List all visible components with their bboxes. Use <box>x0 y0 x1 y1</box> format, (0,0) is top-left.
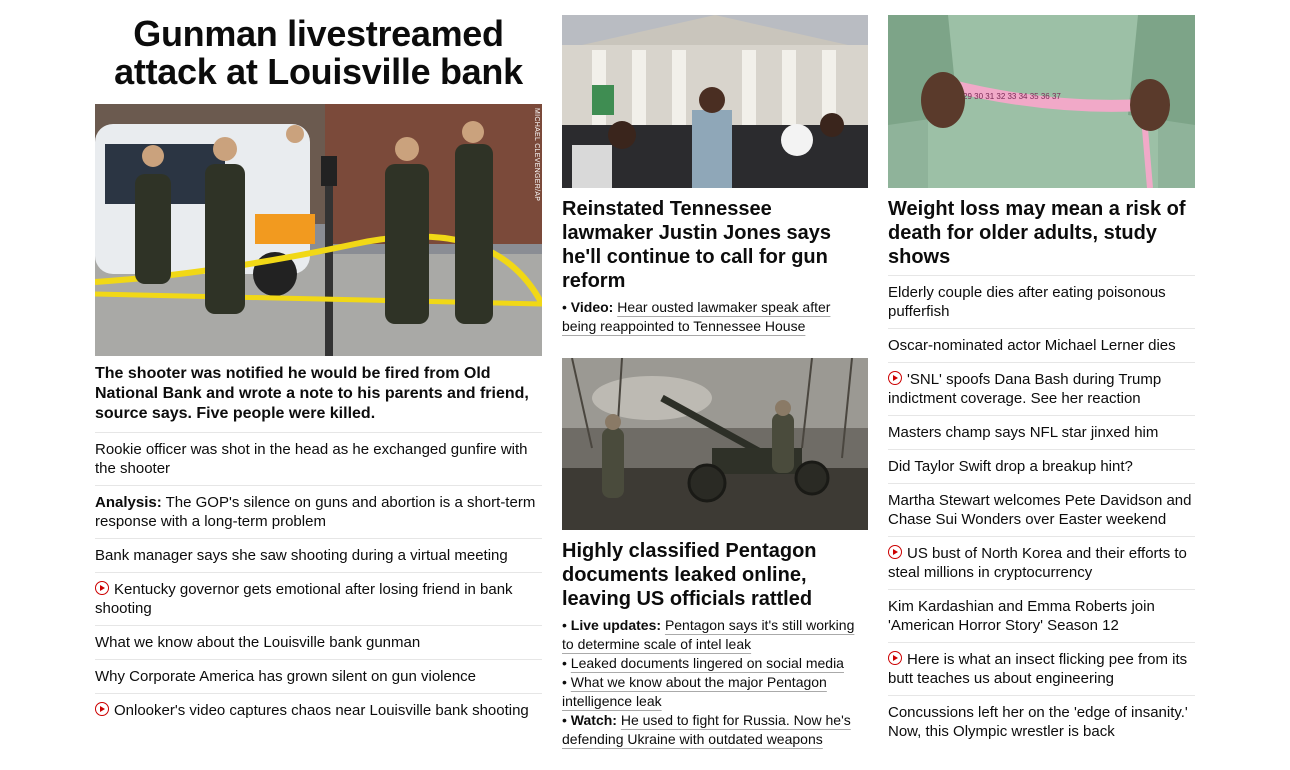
related-video-link[interactable]: Kentucky governor gets emotional after l… <box>95 573 542 626</box>
play-icon <box>888 545 902 559</box>
headline-link-text: Elderly couple dies after eating poisono… <box>888 284 1166 320</box>
related-link-text: The GOP's silence on guns and abortion i… <box>95 494 536 530</box>
analysis-label: Analysis: <box>95 494 162 511</box>
tennessee-headline[interactable]: Reinstated Tennessee lawmaker Justin Jon… <box>562 197 868 293</box>
sublink[interactable]: • Leaked documents lingered on social me… <box>562 654 868 673</box>
headline-video-link[interactable]: 'SNL' spoofs Dana Bash during Trump indi… <box>888 363 1195 416</box>
related-link-text: Kentucky governor gets emotional after l… <box>95 581 513 617</box>
weight-loss-photo[interactable]: 29 30 31 32 33 34 35 36 37 <box>888 15 1195 188</box>
headline-link[interactable]: Elderly couple dies after eating poisono… <box>888 276 1195 329</box>
headline-link-text: 'SNL' spoofs Dana Bash during Trump indi… <box>888 371 1162 407</box>
pentagon-headline[interactable]: Highly classified Pentagon documents lea… <box>562 539 868 611</box>
right-column: 29 30 31 32 33 34 35 36 37 Weight loss m… <box>888 0 1195 748</box>
sublink-text[interactable]: What we know about the major Pentagon in… <box>562 674 827 709</box>
sublink[interactable]: • What we know about the major Pentagon … <box>562 673 868 711</box>
headline-video-link[interactable]: Here is what an insect flicking pee from… <box>888 643 1195 696</box>
photo-credit: MICHAEL CLEVENGER/AP <box>533 108 540 202</box>
related-link[interactable]: Analysis: The GOP's silence on guns and … <box>95 486 542 539</box>
related-link[interactable]: Why Corporate America has grown silent o… <box>95 660 542 694</box>
related-video-link[interactable]: Onlooker's video captures chaos near Lou… <box>95 694 542 727</box>
headline-video-link[interactable]: US bust of North Korea and their efforts… <box>888 537 1195 590</box>
headline-link-text: Did Taylor Swift drop a breakup hint? <box>888 458 1133 475</box>
tennessee-sublinks: • Video: Hear ousted lawmaker speak afte… <box>562 298 868 336</box>
play-icon <box>95 702 109 716</box>
related-link[interactable]: Bank manager says she saw shooting durin… <box>95 539 542 573</box>
play-icon <box>95 581 109 595</box>
headline-link[interactable]: Oscar-nominated actor Michael Lerner die… <box>888 329 1195 363</box>
lead-story-photo[interactable]: MICHAEL CLEVENGER/AP <box>95 104 542 356</box>
headline-link-text: Oscar-nominated actor Michael Lerner die… <box>888 337 1176 354</box>
play-icon <box>888 371 902 385</box>
watch-label: Watch: <box>570 712 617 728</box>
right-headline-list: Elderly couple dies after eating poisono… <box>888 276 1195 748</box>
headline-link-text: Martha Stewart welcomes Pete Davidson an… <box>888 492 1192 528</box>
related-link-text: What we know about the Louisville bank g… <box>95 634 421 651</box>
tape-numbers: 29 30 31 32 33 34 35 36 37 <box>963 92 1061 101</box>
video-label: Video: <box>570 299 614 315</box>
sublink[interactable]: • Video: Hear ousted lawmaker speak afte… <box>562 298 868 336</box>
sublink[interactable]: • Watch: He used to fight for Russia. No… <box>562 711 868 749</box>
pentagon-story-photo[interactable] <box>562 358 868 530</box>
related-link-text: Why Corporate America has grown silent o… <box>95 668 477 685</box>
headline-link-text: Masters champ says NFL star jinxed him <box>888 424 1159 441</box>
headline-link-text: Here is what an insect flicking pee from… <box>888 651 1188 687</box>
sublink[interactable]: • Live updates: Pentagon says it's still… <box>562 616 868 654</box>
bullet: • <box>562 299 567 315</box>
related-link-text: Bank manager says she saw shooting durin… <box>95 547 508 564</box>
sublink-text[interactable]: Leaked documents lingered on social medi… <box>571 655 844 671</box>
middle-column: Reinstated Tennessee lawmaker Justin Jon… <box>562 0 868 749</box>
related-link[interactable]: Rookie officer was shot in the head as h… <box>95 433 542 486</box>
headline-link[interactable]: Masters champ says NFL star jinxed him <box>888 416 1195 450</box>
lead-headline[interactable]: Gunman livestreamed attack at Louisville… <box>95 15 542 91</box>
headline-link-text: US bust of North Korea and their efforts… <box>888 545 1187 581</box>
play-icon <box>888 651 902 665</box>
related-link-text: Onlooker's video captures chaos near Lou… <box>114 702 529 719</box>
headline-link[interactable]: Kim Kardashian and Emma Roberts join 'Am… <box>888 590 1195 643</box>
tennessee-story-photo[interactable] <box>562 15 868 188</box>
bullet: • <box>562 655 567 671</box>
headline-link-text: Kim Kardashian and Emma Roberts join 'Am… <box>888 598 1155 634</box>
bullet: • <box>562 617 567 633</box>
headline-link[interactable]: Concussions left her on the 'edge of ins… <box>888 696 1195 748</box>
bullet: • <box>562 712 567 728</box>
headline-link[interactable]: Did Taylor Swift drop a breakup hint? <box>888 450 1195 484</box>
headline-link[interactable]: Martha Stewart welcomes Pete Davidson an… <box>888 484 1195 537</box>
live-updates-label: Live updates: <box>570 617 662 633</box>
pentagon-sublinks: • Live updates: Pentagon says it's still… <box>562 616 868 749</box>
related-link-text: Rookie officer was shot in the head as h… <box>95 441 528 477</box>
weight-loss-headline[interactable]: Weight loss may mean a risk of death for… <box>888 197 1195 276</box>
bullet: • <box>562 674 567 690</box>
lead-related-list: Rookie officer was shot in the head as h… <box>95 433 542 727</box>
lead-summary[interactable]: The shooter was notified he would be fir… <box>95 364 542 433</box>
related-link[interactable]: What we know about the Louisville bank g… <box>95 626 542 660</box>
lead-story-column: Gunman livestreamed attack at Louisville… <box>95 0 542 727</box>
headline-link-text: Concussions left her on the 'edge of ins… <box>888 704 1188 740</box>
